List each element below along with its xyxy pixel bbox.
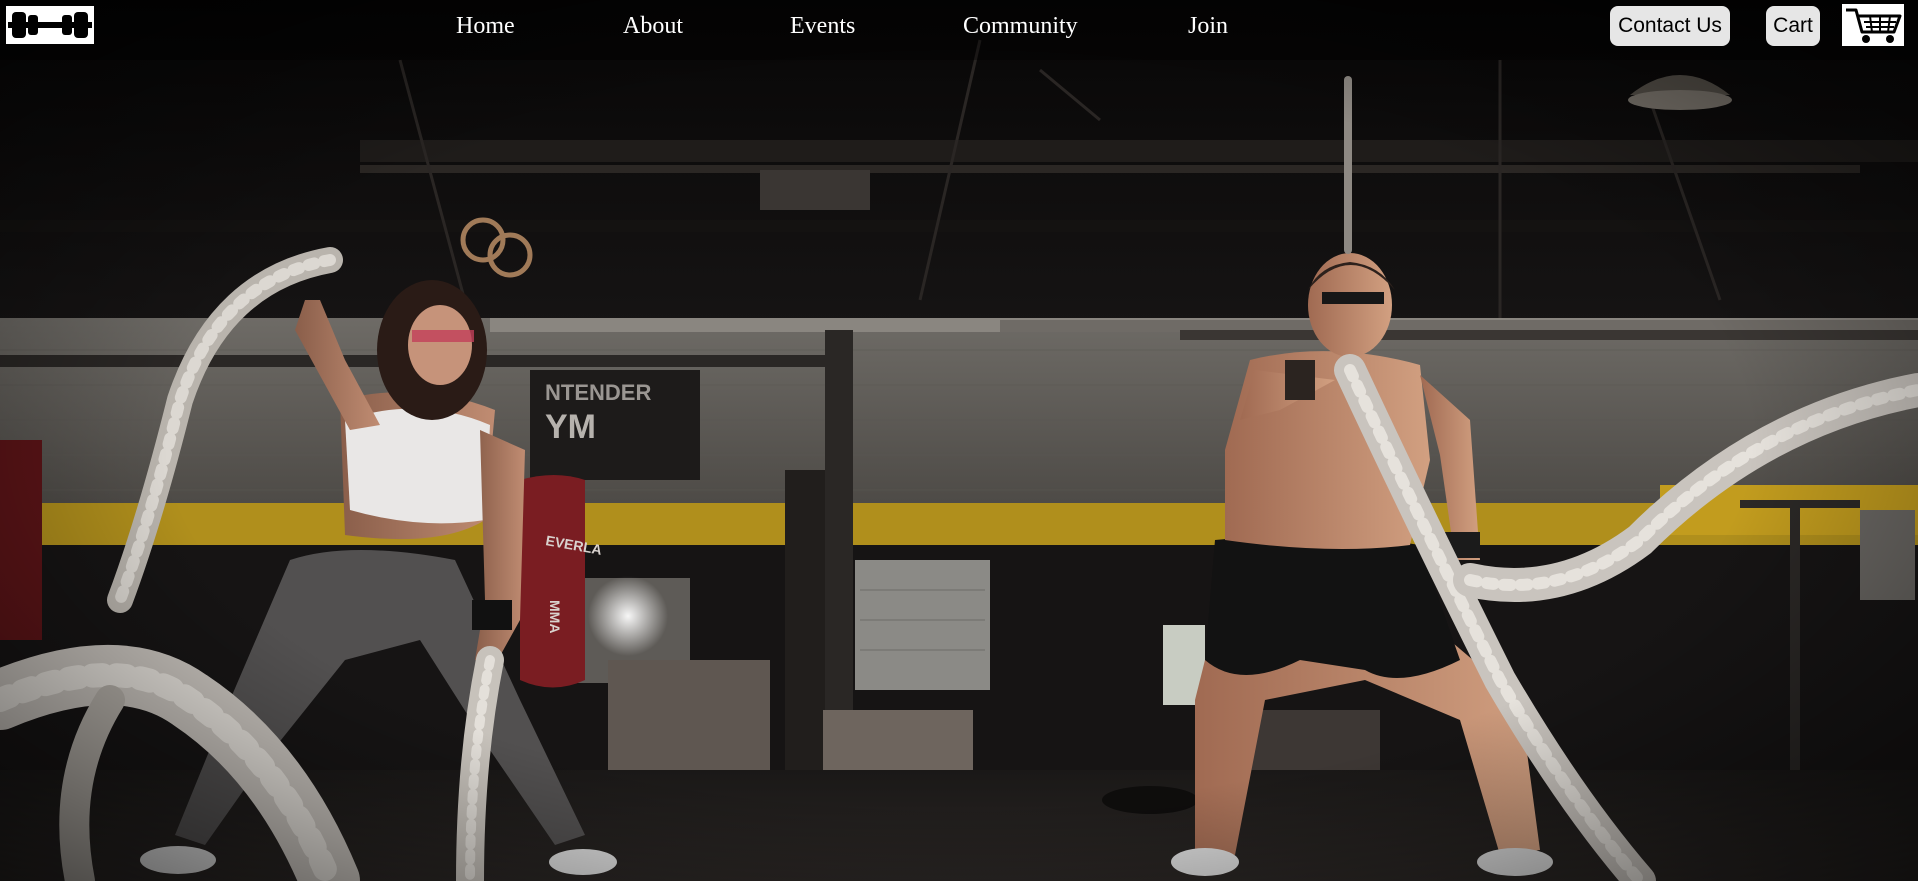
- shopping-cart-icon[interactable]: [1842, 4, 1904, 46]
- dumbbell-icon: [8, 12, 92, 38]
- nav-join-link[interactable]: Join: [1188, 11, 1228, 41]
- gym-battle-ropes-photo: NTENDER YM EVERLA MMA: [0, 0, 1918, 881]
- cart-button[interactable]: Cart: [1766, 6, 1820, 46]
- hero-banner: NTENDER YM EVERLA MMA: [0, 0, 1918, 881]
- nav-home-link[interactable]: Home: [456, 11, 515, 41]
- site-header: Home About Events Community Join Contact…: [0, 0, 1918, 52]
- nav-events-link[interactable]: Events: [790, 11, 855, 41]
- nav-community-link[interactable]: Community: [963, 11, 1078, 41]
- nav-about-link[interactable]: About: [623, 11, 683, 41]
- page: NTENDER YM EVERLA MMA: [0, 0, 1918, 881]
- logo-link[interactable]: [6, 6, 94, 44]
- contact-us-button[interactable]: Contact Us: [1610, 6, 1730, 46]
